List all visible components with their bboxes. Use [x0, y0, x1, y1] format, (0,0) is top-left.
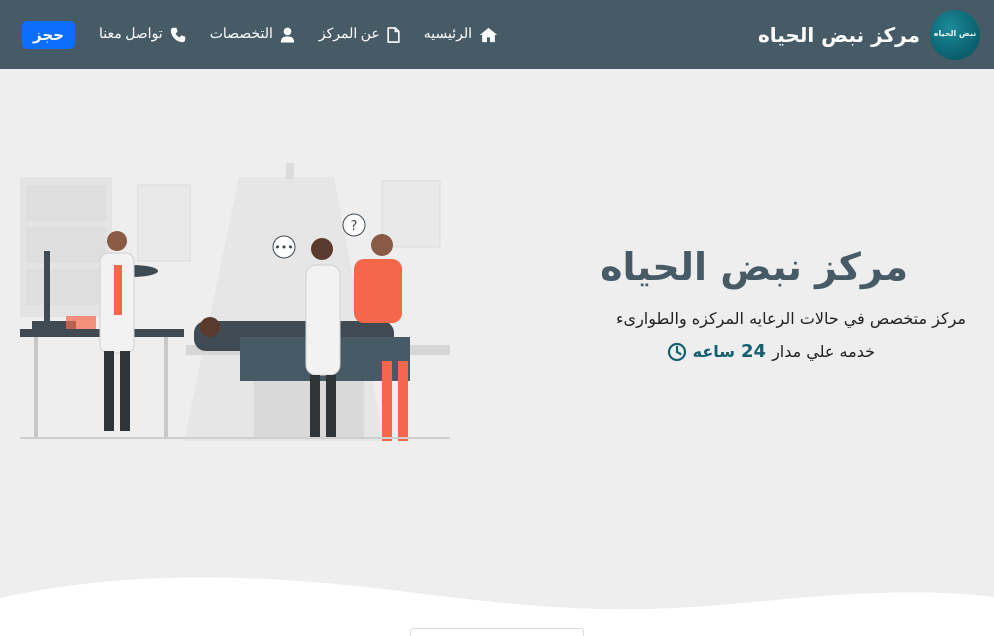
clock-icon: [667, 342, 686, 361]
nav-item-about[interactable]: عن المركز: [307, 26, 412, 43]
hours-suffix: ساعه: [692, 342, 735, 361]
nav-item-label: الرئيسيه: [423, 27, 472, 42]
top-navbar: نبض الحياه مركز نبض الحياه الرئيسيه عن ا…: [0, 0, 994, 69]
brand-logo[interactable]: نبض الحياه: [930, 9, 980, 60]
nav-item-home[interactable]: الرئيسيه: [412, 26, 510, 43]
user-icon: [280, 27, 295, 43]
nav-item-label: التخصصات: [209, 27, 273, 42]
book-button[interactable]: حجز: [22, 20, 75, 49]
home-icon: [479, 27, 498, 42]
nav-item-specialties[interactable]: التخصصات: [198, 26, 307, 43]
hours-prefix: خدمه علي مدار: [772, 342, 875, 361]
file-icon: [387, 26, 400, 43]
phone-icon: [170, 27, 185, 42]
nav-item-contact[interactable]: تواصل معنا: [87, 26, 198, 43]
svg-text:?: ?: [351, 219, 358, 234]
nav-item-label: تواصل معنا: [98, 27, 163, 42]
nav-links: الرئيسيه عن المركز التخصصات تواصل معنا ح…: [22, 20, 510, 49]
hero-subtitle: مركز متخصص في حالات الرعايه المركزه والط…: [616, 309, 966, 328]
brand-name[interactable]: مركز نبض الحياه: [758, 23, 920, 47]
doctors-examining-patient-illustration: ••• ?: [20, 163, 450, 441]
section-card-top: [410, 628, 584, 636]
hero-section: ••• ? مركز نبض الحياه مركز متخصص في حالا…: [0, 69, 994, 633]
hero-title: مركز نبض الحياه: [600, 245, 908, 289]
hero-wave-divider: [0, 577, 994, 633]
hero-hours: خدمه علي مدار 24 ساعه: [667, 341, 875, 362]
brand[interactable]: نبض الحياه مركز نبض الحياه: [758, 9, 980, 60]
nav-item-label: عن المركز: [318, 27, 380, 42]
hours-number: 24: [741, 341, 767, 362]
brand-logo-text: نبض الحياه: [933, 29, 977, 39]
svg-text:•••: •••: [274, 241, 293, 254]
